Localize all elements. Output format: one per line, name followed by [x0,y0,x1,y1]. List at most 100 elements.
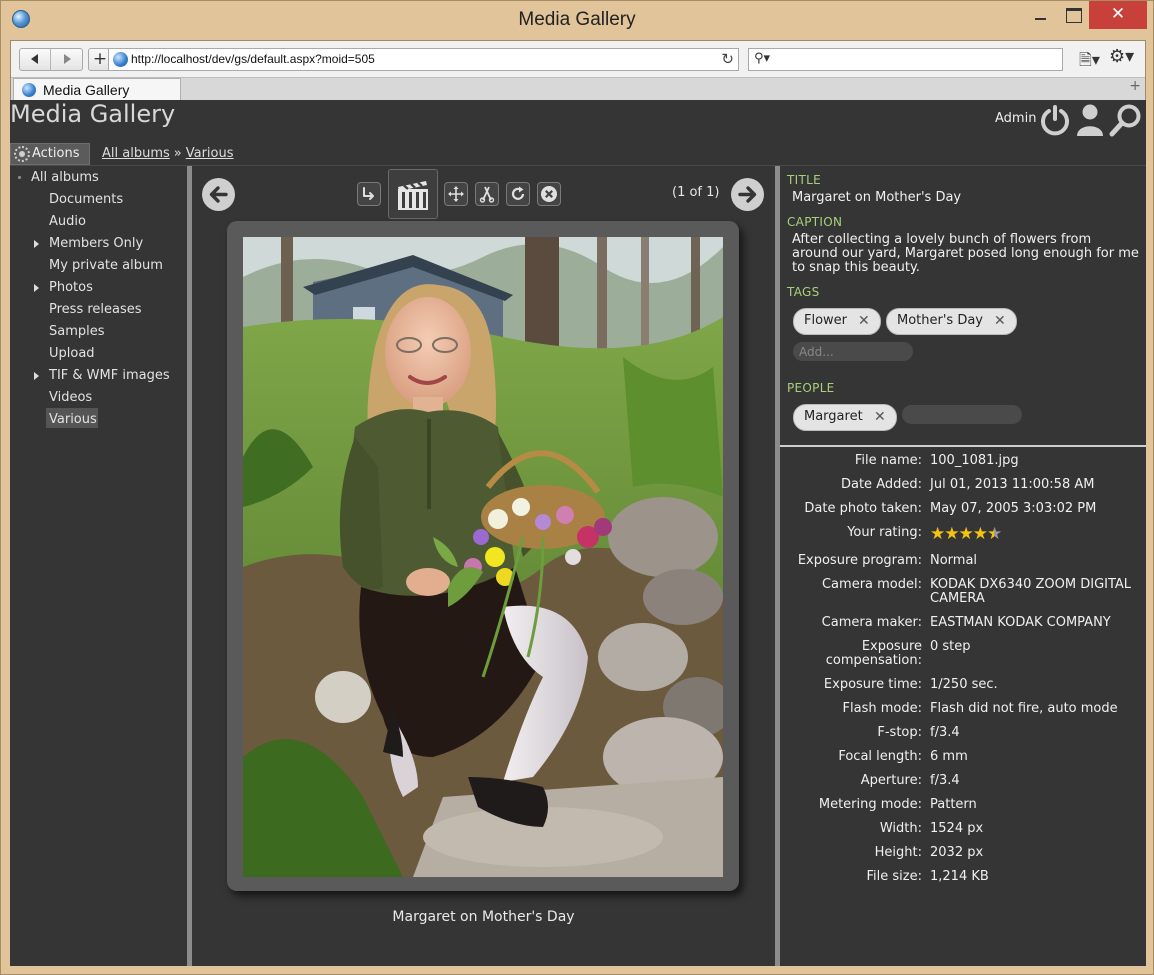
star-icon[interactable]: ★ [944,524,959,544]
tree-item-various[interactable]: Various [49,412,97,427]
next-button[interactable] [731,178,764,211]
previous-button[interactable] [202,178,235,211]
meta-value-date-taken: May 07, 2005 3:03:02 PM [930,501,1097,516]
remove-person-icon[interactable]: ✕ [874,409,886,425]
tag-label: Mother's Day [897,313,983,328]
page-menu-icon[interactable]: 🗎▾ [1079,49,1100,76]
metadata-divider [780,445,1146,447]
tag-chip-mothers-day[interactable]: Mother's Day ✕ [886,308,1017,335]
meta-value-focal-length: 6 mm [930,749,968,764]
media-photo[interactable] [243,237,723,877]
tree-item-videos[interactable]: Videos [49,390,92,405]
logout-power-icon[interactable] [1039,104,1071,136]
gear-icon [14,146,30,162]
crop-button[interactable] [475,182,499,206]
user-account-icon[interactable] [1076,103,1104,137]
breadcrumb-separator: » [173,146,182,161]
search-icon[interactable] [1109,103,1143,137]
person-chip-margaret[interactable]: Margaret ✕ [793,404,897,431]
meta-label-aperture: Aperture: [860,773,922,788]
tag-label: Flower [804,313,848,328]
meta-label-file-name: File name: [854,453,922,468]
caption-value[interactable]: After collecting a lovely bunch of flowe… [792,233,1140,275]
expand-arrow-icon[interactable] [34,284,39,292]
tab-media-gallery[interactable]: Media Gallery [13,78,181,101]
title-section-label: TITLE [787,173,821,187]
minimize-button[interactable] [1024,1,1056,29]
star-icon[interactable]: ★ [930,524,945,544]
meta-label-exposure-time: Exposure time: [823,677,922,692]
caption-section-label: CAPTION [787,215,843,229]
breadcrumb-all-albums[interactable]: All albums [102,146,170,161]
meta-value-height: 2032 px [930,845,984,860]
meta-label-camera-maker: Camera maker: [821,615,922,630]
address-bar[interactable]: http://localhost/dev/gs/default.aspx?moi… [108,48,739,71]
arrow-right-icon [738,186,757,203]
window-title: Media Gallery [518,9,636,30]
forward-button[interactable] [52,49,83,70]
meta-value-exposure-compensation: 0 step [930,639,971,654]
gear-icon[interactable]: ⚙▾ [1109,46,1134,67]
tree-item-press-releases[interactable]: Press releases [49,302,142,317]
metadata-panel: TITLE Margaret on Mother's Day CAPTION A… [780,166,1146,966]
tab-favicon-icon [22,83,36,97]
title-value[interactable]: Margaret on Mother's Day [792,190,961,205]
half-star-icon[interactable]: ★ [987,524,1002,544]
add-person-input[interactable] [902,405,1022,424]
tree-item-samples[interactable]: Samples [49,324,105,339]
tag-chip-flower[interactable]: Flower ✕ [793,308,881,335]
meta-label-flash-mode: Flash mode: [842,701,922,716]
meta-value-metering-mode: Pattern [930,797,977,812]
expand-arrow-icon[interactable] [34,240,39,248]
tree-item-audio[interactable]: Audio [49,214,86,229]
tree-item-tif-wmf-images[interactable]: TIF & WMF images [49,368,170,383]
meta-value-exposure-time: 1/250 sec. [930,677,998,692]
rotate-button[interactable] [506,182,530,206]
crop-icon [479,186,495,203]
window-titlebar[interactable]: Media Gallery ✕ [1,1,1153,39]
slideshow-button[interactable] [388,169,438,219]
refresh-icon[interactable]: ↻ [721,50,734,68]
address-url[interactable]: http://localhost/dev/gs/default.aspx?moi… [131,52,375,66]
page: Media Gallery Admin Actions All albums» V… [10,100,1146,966]
tree-item-upload[interactable]: Upload [49,346,95,361]
remove-tag-icon[interactable]: ✕ [994,313,1006,329]
star-icon[interactable]: ★ [959,524,974,544]
close-window-button[interactable]: ✕ [1089,1,1147,29]
rating-stars[interactable]: ★★★★★ [930,524,1002,544]
site-title[interactable]: Media Gallery [10,100,175,128]
magnifier-dropdown-icon[interactable]: ⚲▾ [754,51,770,66]
user-name-link[interactable]: Admin [995,111,1036,126]
browser-search-box[interactable]: ⚲▾ [748,48,1063,71]
tree-item-photos[interactable]: Photos [49,280,93,295]
remove-tag-icon[interactable]: ✕ [858,313,870,329]
meta-value-flash-mode: Flash did not fire, auto mode [930,701,1118,716]
add-tag-input[interactable] [793,342,913,361]
move-button[interactable] [444,182,468,206]
meta-value-camera-maker: EASTMAN KODAK COMPANY [930,615,1111,630]
meta-label-exposure-compensation: Exposure compensation: [825,639,922,668]
star-icon[interactable]: ★ [973,524,988,544]
person-label: Margaret [804,409,863,424]
breadcrumb-various[interactable]: Various [186,146,234,161]
expand-arrow-icon[interactable] [34,372,39,380]
back-arrow-icon [31,54,38,64]
breadcrumb: All albums» Various [102,146,234,161]
actions-menu-button[interactable]: Actions [10,143,90,165]
back-button[interactable] [20,49,51,70]
tree-item-my-private-album[interactable]: My private album [49,258,163,273]
new-tab-plus-icon[interactable]: + [1129,78,1141,94]
share-button[interactable] [357,182,381,206]
meta-label-exposure-program: Exposure program: [797,553,922,568]
slideshow-icon [398,181,428,210]
delete-button[interactable] [537,182,561,206]
meta-value-exposure-program: Normal [930,553,978,568]
meta-value-file-size: 1,214 KB [930,869,989,884]
meta-label-height: Height: [874,845,922,860]
tree-item-members-only[interactable]: Members Only [49,236,143,251]
tree-item-documents[interactable]: Documents [49,192,123,207]
media-viewer: (1 of 1) Margaret on Mother's Day [192,166,775,966]
tree-item-all-albums[interactable]: All albums [31,170,99,185]
actions-label: Actions [32,146,80,161]
maximize-button[interactable] [1058,1,1088,29]
